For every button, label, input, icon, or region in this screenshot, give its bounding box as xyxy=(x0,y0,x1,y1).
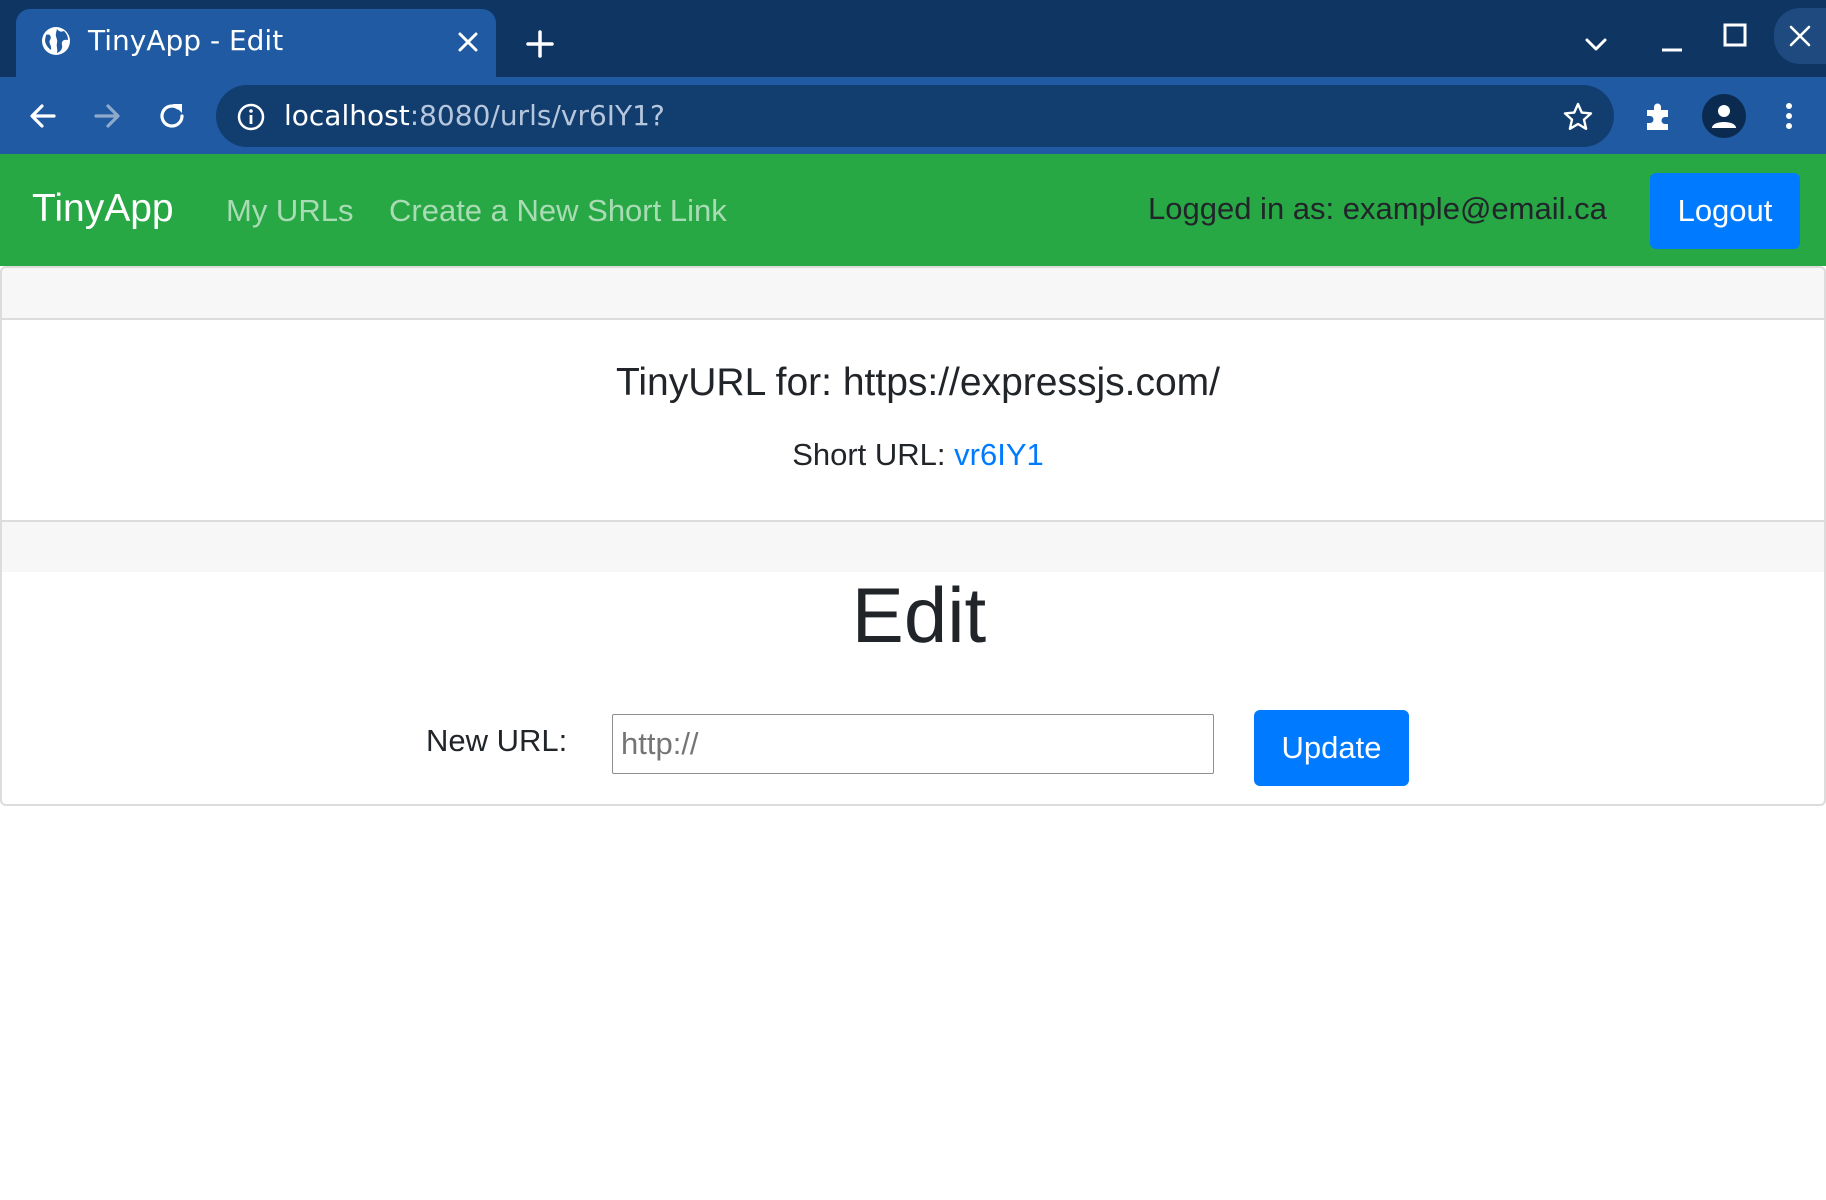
short-url-link[interactable]: vr6IY1 xyxy=(954,437,1044,472)
browser-titlebar: TinyApp - Edit xyxy=(0,0,1826,77)
profile-icon xyxy=(1712,105,1736,128)
chevron-down-icon[interactable] xyxy=(1582,32,1610,56)
reload-icon[interactable] xyxy=(155,99,189,133)
short-url-label: Short URL: xyxy=(792,437,946,472)
minimize-icon[interactable] xyxy=(1660,30,1684,54)
logged-in-text: Logged in as: example@email.ca xyxy=(1148,191,1607,226)
plus-icon[interactable] xyxy=(524,28,556,60)
card-title: TinyURL for: https://expressjs.com/ xyxy=(616,361,1220,404)
card-header xyxy=(2,268,1824,320)
top-navbar: TinyApp My URLs Create a New Short Link … xyxy=(0,154,1826,266)
forward-arrow-icon[interactable] xyxy=(90,99,124,133)
short-url-line: Short URL: vr6IY1 xyxy=(2,436,1824,474)
new-url-label: New URL: xyxy=(426,723,568,758)
url-path: :8080/urls/vr6IY1? xyxy=(409,99,665,132)
puzzle-icon[interactable] xyxy=(1642,99,1676,133)
edit-heading: Edit xyxy=(851,571,987,659)
url-host: localhost xyxy=(284,99,410,132)
info-icon[interactable] xyxy=(236,102,266,132)
window-close-button[interactable] xyxy=(1774,8,1826,64)
update-button[interactable]: Update xyxy=(1254,710,1409,786)
browser-tab[interactable]: TinyApp - Edit xyxy=(16,9,496,77)
star-icon[interactable] xyxy=(1562,101,1594,133)
new-url-input[interactable] xyxy=(612,714,1214,774)
nav-link-my-urls[interactable]: My URLs xyxy=(226,192,353,230)
more-vertical-icon[interactable] xyxy=(1774,99,1804,133)
globe-icon xyxy=(42,27,70,55)
nav-link-create-short-link[interactable]: Create a New Short Link xyxy=(389,192,727,230)
address-bar[interactable]: localhost:8080/urls/vr6IY1? xyxy=(216,85,1614,147)
close-icon[interactable] xyxy=(456,30,480,54)
url-text: localhost:8080/urls/vr6IY1? xyxy=(284,97,665,135)
back-arrow-icon[interactable] xyxy=(26,99,60,133)
tab-title: TinyApp - Edit xyxy=(88,24,284,57)
brand-link[interactable]: TinyApp xyxy=(32,186,174,232)
card-footer xyxy=(2,520,1824,572)
close-icon xyxy=(1789,25,1811,47)
maximize-icon[interactable] xyxy=(1722,22,1748,48)
logout-button[interactable]: Logout xyxy=(1650,173,1800,249)
url-card: TinyURL for: https://expressjs.com/ Shor… xyxy=(0,266,1826,806)
browser-toolbar: localhost:8080/urls/vr6IY1? xyxy=(0,77,1826,154)
profile-button[interactable] xyxy=(1702,94,1746,138)
